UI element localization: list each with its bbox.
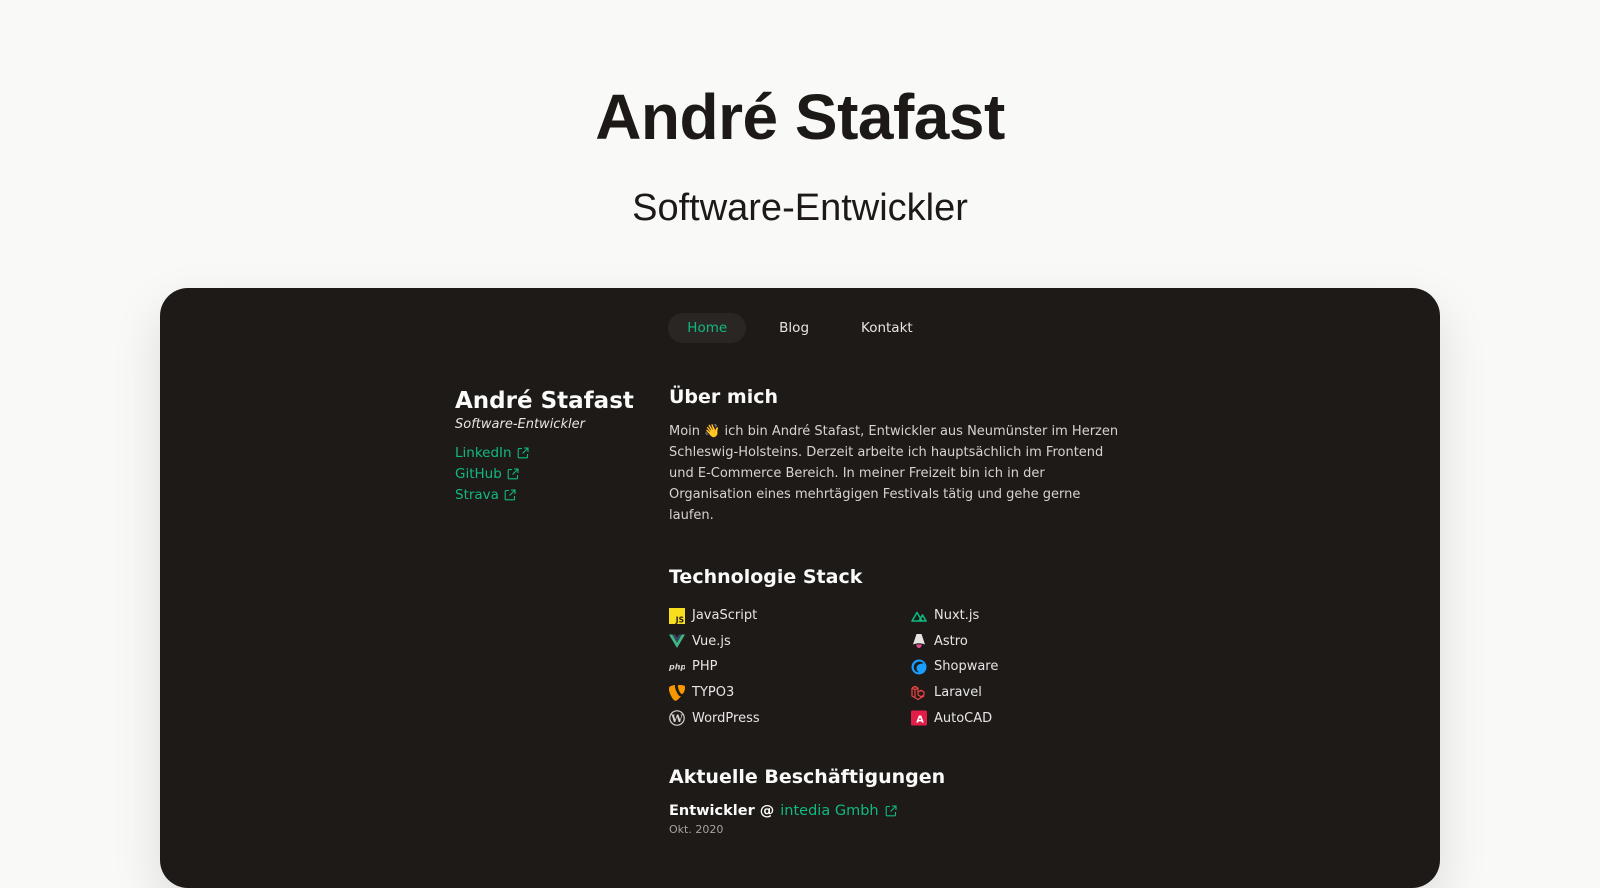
stack-item-label: Astro	[934, 633, 968, 649]
stack-item-label: Laravel	[934, 685, 982, 701]
stack-item-label: Vue.js	[692, 633, 731, 649]
stack-item-label: PHP	[692, 659, 718, 675]
jobs-heading: Aktuelle Beschäftigungen	[669, 765, 946, 788]
website-preview: Home Blog Kontakt André Stafast Software…	[160, 288, 1440, 888]
stack-item-label: WordPress	[692, 710, 760, 726]
stack-item-wordpress: W WordPress	[669, 705, 911, 731]
job-date: Okt. 2020	[669, 822, 724, 836]
hero-subtitle: Software-Entwickler	[632, 187, 968, 229]
stack-item-php: php PHP	[669, 654, 911, 680]
stack-item-label: TYPO3	[692, 685, 735, 701]
stack-item-laravel: Laravel	[911, 680, 1111, 706]
stack-item-shopware: Shopware	[911, 654, 1111, 680]
nav-item-home[interactable]: Home	[668, 313, 747, 343]
external-link-icon	[517, 446, 529, 458]
external-link-icon	[504, 488, 516, 500]
about-text: Moin 👋 ich bin André Stafast, Entwickler…	[669, 424, 1119, 523]
typo3-icon	[669, 684, 685, 701]
astro-icon	[911, 633, 927, 649]
job-role: Entwickler @	[669, 802, 775, 819]
profile-name: André Stafast	[455, 388, 634, 414]
stack-item-label: AutoCAD	[934, 710, 993, 726]
jobs-section: Aktuelle Beschäftigungen Entwickler @ in…	[669, 766, 1119, 836]
laravel-icon	[911, 685, 927, 701]
svg-text:JS: JS	[675, 615, 684, 624]
github-link-label: GitHub	[455, 465, 502, 482]
about-heading: Über mich	[669, 386, 778, 408]
job-company-link[interactable]: intedia Gmbh	[780, 803, 878, 819]
external-link-icon[interactable]	[885, 805, 897, 817]
hero-title: André Stafast	[595, 81, 1005, 153]
vue-icon	[669, 633, 685, 649]
nav-item-blog[interactable]: Blog	[760, 313, 828, 343]
profile-role: Software-Entwickler	[455, 417, 585, 432]
stack-item-autocad: A AutoCAD	[911, 705, 1111, 731]
stack-item-label: JavaScript	[692, 608, 758, 624]
shopware-icon	[911, 659, 927, 675]
stack-item-typo3: TYPO3	[669, 680, 911, 706]
github-link[interactable]: GitHub	[455, 463, 635, 484]
svg-text:W: W	[670, 713, 683, 725]
job-company-label: intedia Gmbh	[780, 802, 879, 819]
svg-text:php: php	[669, 663, 685, 672]
nuxt-icon	[911, 608, 927, 624]
stack-item-label: Nuxt.js	[934, 608, 980, 624]
strava-link[interactable]: Strava	[455, 484, 635, 505]
tech-stack-heading: Technologie Stack	[669, 566, 863, 588]
profile-sidebar: André Stafast Software-Entwickler Linked…	[455, 388, 635, 505]
stack-item-nuxt: Nuxt.js	[911, 603, 1111, 629]
stack-item-label: Shopware	[934, 659, 999, 675]
stack-item-javascript: JS JavaScript	[669, 603, 911, 629]
about-section: Über mich Moin 👋 ich bin André Stafast, …	[669, 386, 1119, 526]
tech-stack-list: JS JavaScript Nuxt.js Vue.js Astro php P…	[669, 603, 1119, 731]
wordpress-icon: W	[669, 710, 685, 726]
social-links: LinkedIn GitHub Strava	[455, 442, 635, 505]
svg-text:A: A	[916, 715, 924, 726]
external-link-icon	[507, 467, 519, 479]
stack-item-vue: Vue.js	[669, 629, 911, 655]
linkedin-link-label: LinkedIn	[455, 444, 512, 461]
tech-stack-section: Technologie Stack JS JavaScript Nuxt.js …	[669, 566, 1119, 731]
main-content: Über mich Moin 👋 ich bin André Stafast, …	[669, 386, 1119, 836]
strava-link-label: Strava	[455, 486, 499, 503]
main-nav: Home Blog Kontakt	[160, 313, 1440, 343]
autocad-icon: A	[911, 710, 927, 726]
stack-item-astro: Astro	[911, 629, 1111, 655]
linkedin-link[interactable]: LinkedIn	[455, 442, 635, 463]
javascript-icon: JS	[669, 607, 685, 624]
job-item: Entwickler @ intedia Gmbh	[669, 803, 1119, 819]
php-icon: php	[669, 659, 685, 675]
nav-item-kontakt[interactable]: Kontakt	[842, 313, 932, 343]
